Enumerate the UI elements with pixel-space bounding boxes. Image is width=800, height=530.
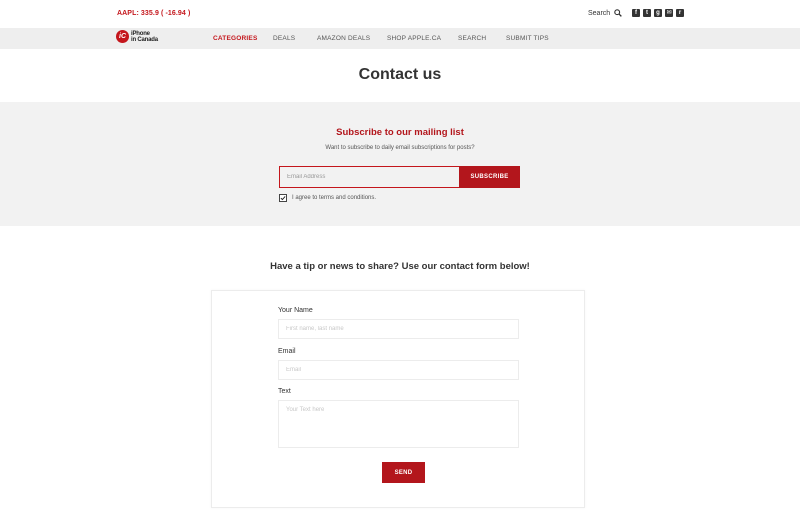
- check-icon: [280, 196, 286, 201]
- terms-label: I agree to terms and conditions.: [292, 195, 377, 201]
- subscribe-description: Want to subscribe to daily email subscri…: [325, 145, 475, 151]
- subscribe-section: Subscribe to our mailing list Want to su…: [0, 102, 800, 226]
- nav-item-categories[interactable]: CATEGORIES: [213, 35, 258, 42]
- logo-mark: iC: [116, 30, 129, 43]
- google-plus-icon[interactable]: g: [654, 9, 662, 17]
- rss-icon[interactable]: r: [676, 9, 684, 17]
- nav-item-search[interactable]: SEARCH: [458, 35, 486, 42]
- mail-icon[interactable]: ✉: [665, 9, 673, 17]
- name-label: Your Name: [278, 307, 313, 314]
- nav-item-submit-tips[interactable]: SUBMIT TIPS: [506, 35, 549, 42]
- top-search-link[interactable]: Search: [588, 9, 623, 17]
- page-title: Contact us: [358, 66, 442, 83]
- social-links: f t g ✉ r: [632, 9, 684, 17]
- contact-heading: Have a tip or news to share? Use our con…: [270, 261, 530, 272]
- subscribe-title: Subscribe to our mailing list: [336, 127, 464, 138]
- subscribe-button[interactable]: SUBSCRIBE: [459, 166, 520, 188]
- send-button[interactable]: SEND: [382, 462, 425, 483]
- site-logo[interactable]: iC iPhone in Canada: [116, 30, 158, 43]
- stock-ticker: AAPL: 335.9 ( -16.94 ): [117, 10, 191, 17]
- logo-line-2: in Canada: [131, 36, 158, 43]
- top-search-label: Search: [588, 9, 611, 17]
- logo-text: iPhone in Canada: [131, 31, 158, 43]
- search-icon: [614, 9, 623, 17]
- text-label: Text: [278, 388, 291, 395]
- text-area[interactable]: [278, 400, 519, 448]
- nav-item-amazon-deals[interactable]: AMAZON DEALS: [317, 35, 370, 42]
- email-field[interactable]: [278, 360, 519, 380]
- name-field[interactable]: [278, 319, 519, 339]
- facebook-icon[interactable]: f: [632, 9, 640, 17]
- email-label: Email: [278, 348, 296, 355]
- twitter-icon[interactable]: t: [643, 9, 651, 17]
- terms-agreement: I agree to terms and conditions.: [279, 194, 376, 202]
- nav-item-deals[interactable]: DEALS: [273, 35, 295, 42]
- nav-item-shop-apple[interactable]: SHOP APPLE.CA: [387, 35, 441, 42]
- terms-checkbox[interactable]: [279, 194, 287, 202]
- subscribe-email-input[interactable]: [279, 166, 459, 188]
- subscribe-form: SUBSCRIBE: [279, 166, 520, 188]
